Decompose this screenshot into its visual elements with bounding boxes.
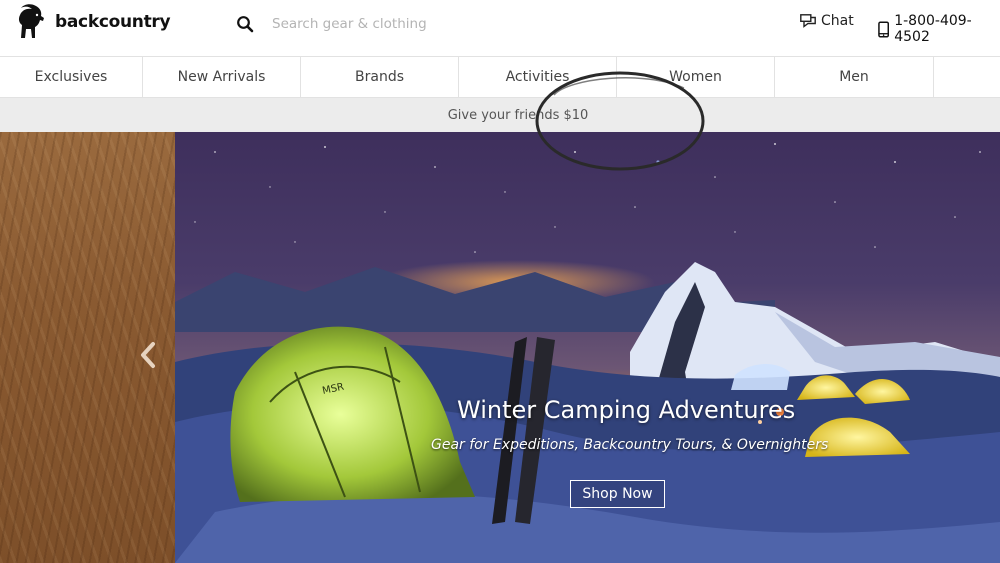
chat-label: Chat bbox=[821, 13, 854, 29]
site-header: backcountry Chat 1-800-409-4502 bbox=[0, 0, 1000, 56]
nav-item-overflow bbox=[934, 57, 1000, 97]
site-logo[interactable]: backcountry bbox=[13, 2, 171, 42]
phone-link[interactable]: 1-800-409-4502 bbox=[878, 13, 1000, 45]
shop-now-button[interactable]: Shop Now bbox=[570, 480, 665, 508]
nav-item-women[interactable]: Women bbox=[617, 57, 775, 97]
chat-link[interactable]: Chat bbox=[800, 13, 854, 29]
promo-bar: Give your friends $10 bbox=[0, 98, 1000, 132]
mobile-phone-icon bbox=[878, 21, 890, 37]
page: backcountry Chat 1-800-409-4502 bbox=[0, 0, 1000, 563]
referral-promo-link[interactable]: Give your friends $10 bbox=[448, 108, 589, 123]
hero-title: Winter Camping Adventures bbox=[457, 396, 796, 424]
nav-item-men[interactable]: Men bbox=[775, 57, 934, 97]
nav-item-brands[interactable]: Brands bbox=[301, 57, 459, 97]
goat-icon bbox=[18, 4, 44, 38]
logo-text: backcountry bbox=[55, 12, 171, 32]
nav-item-activities[interactable]: Activities bbox=[459, 57, 617, 97]
nav-item-exclusives[interactable]: Exclusives bbox=[0, 57, 143, 97]
search-icon[interactable] bbox=[236, 15, 254, 33]
search-input[interactable] bbox=[272, 11, 652, 37]
nav-item-new-arrivals[interactable]: New Arrivals bbox=[143, 57, 301, 97]
hero-subtitle: Gear for Expeditions, Backcountry Tours,… bbox=[431, 437, 829, 453]
main-nav: Exclusives New Arrivals Brands Activitie… bbox=[0, 56, 1000, 98]
phone-number: 1-800-409-4502 bbox=[894, 13, 972, 45]
search-bar bbox=[236, 10, 666, 38]
chat-icon bbox=[800, 14, 816, 28]
chevron-left-icon[interactable] bbox=[134, 338, 162, 372]
hero-carousel: MSR Winter Camping Adventures Gear for E… bbox=[0, 132, 1000, 563]
